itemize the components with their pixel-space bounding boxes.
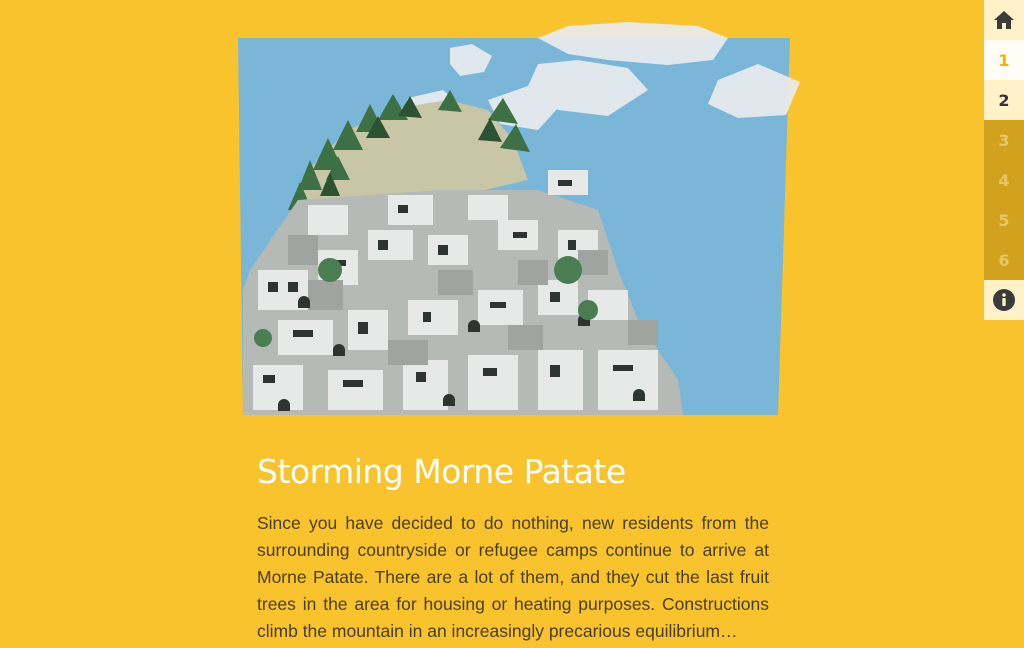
info-icon <box>993 289 1015 311</box>
chapter-5-button[interactable]: 5 <box>984 200 1024 240</box>
chapter-3-button[interactable]: 3 <box>984 120 1024 160</box>
chapter-6-button[interactable]: 6 <box>984 240 1024 280</box>
article-body: Since you have decided to do nothing, ne… <box>257 513 769 641</box>
page-title: Storming Morne Patate <box>257 452 626 491</box>
home-button[interactable] <box>984 0 1024 40</box>
hillside-illustration <box>238 20 808 420</box>
chapter-2-button[interactable]: 2 <box>984 80 1024 120</box>
chapter-4-button[interactable]: 4 <box>984 160 1024 200</box>
home-icon <box>994 11 1014 29</box>
chapter-nav: 1 2 3 4 5 6 <box>984 0 1024 320</box>
chapter-1-button[interactable]: 1 <box>984 40 1024 80</box>
info-button[interactable] <box>984 280 1024 320</box>
article: Storming Morne Patate Since you have dec… <box>257 450 769 645</box>
